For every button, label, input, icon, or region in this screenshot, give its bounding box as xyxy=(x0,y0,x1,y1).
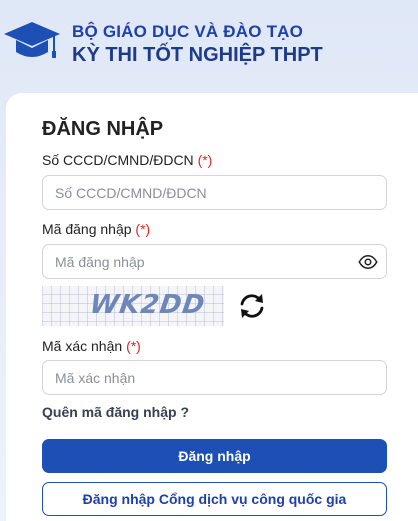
password-field-label: Mã đăng nhập (*) xyxy=(42,221,150,237)
id-number-input[interactable] xyxy=(42,175,387,210)
login-title: ĐĂNG NHẬP xyxy=(42,118,164,140)
exam-name: KỲ THI TỐT NGHIỆP THPT xyxy=(72,44,323,66)
national-portal-login-button[interactable]: Đăng nhập Cổng dịch vụ công quốc gia xyxy=(42,482,387,516)
login-button[interactable]: Đăng nhập xyxy=(42,439,387,473)
page-header: BỘ GIÁO DỤC VÀ ĐÀO TẠO KỲ THI TỐT NGHIỆP… xyxy=(0,0,418,90)
required-mark: (*) xyxy=(135,221,151,237)
captcha-field-label: Mã xác nhận (*) xyxy=(42,338,141,354)
captcha-field-label-text: Mã xác nhận xyxy=(42,338,123,354)
captcha-input[interactable] xyxy=(42,360,387,395)
password-field-label-text: Mã đăng nhập xyxy=(42,221,132,237)
eye-icon[interactable] xyxy=(358,252,378,272)
org-name: BỘ GIÁO DỤC VÀ ĐÀO TẠO xyxy=(72,22,304,41)
required-mark: (*) xyxy=(197,152,213,168)
graduation-cap-icon xyxy=(4,22,60,58)
refresh-icon[interactable] xyxy=(236,290,268,322)
captcha-text: WK2DD xyxy=(87,290,208,320)
id-field-label-text: Số CCCD/CMND/ĐDCN xyxy=(42,152,194,168)
required-mark: (*) xyxy=(126,338,141,354)
id-field-label: Số CCCD/CMND/ĐDCN (*) xyxy=(42,152,212,168)
login-code-input[interactable] xyxy=(42,244,387,279)
captcha-image: WK2DD xyxy=(42,286,224,326)
forgot-code-link[interactable]: Quên mã đăng nhập ? xyxy=(42,404,189,420)
